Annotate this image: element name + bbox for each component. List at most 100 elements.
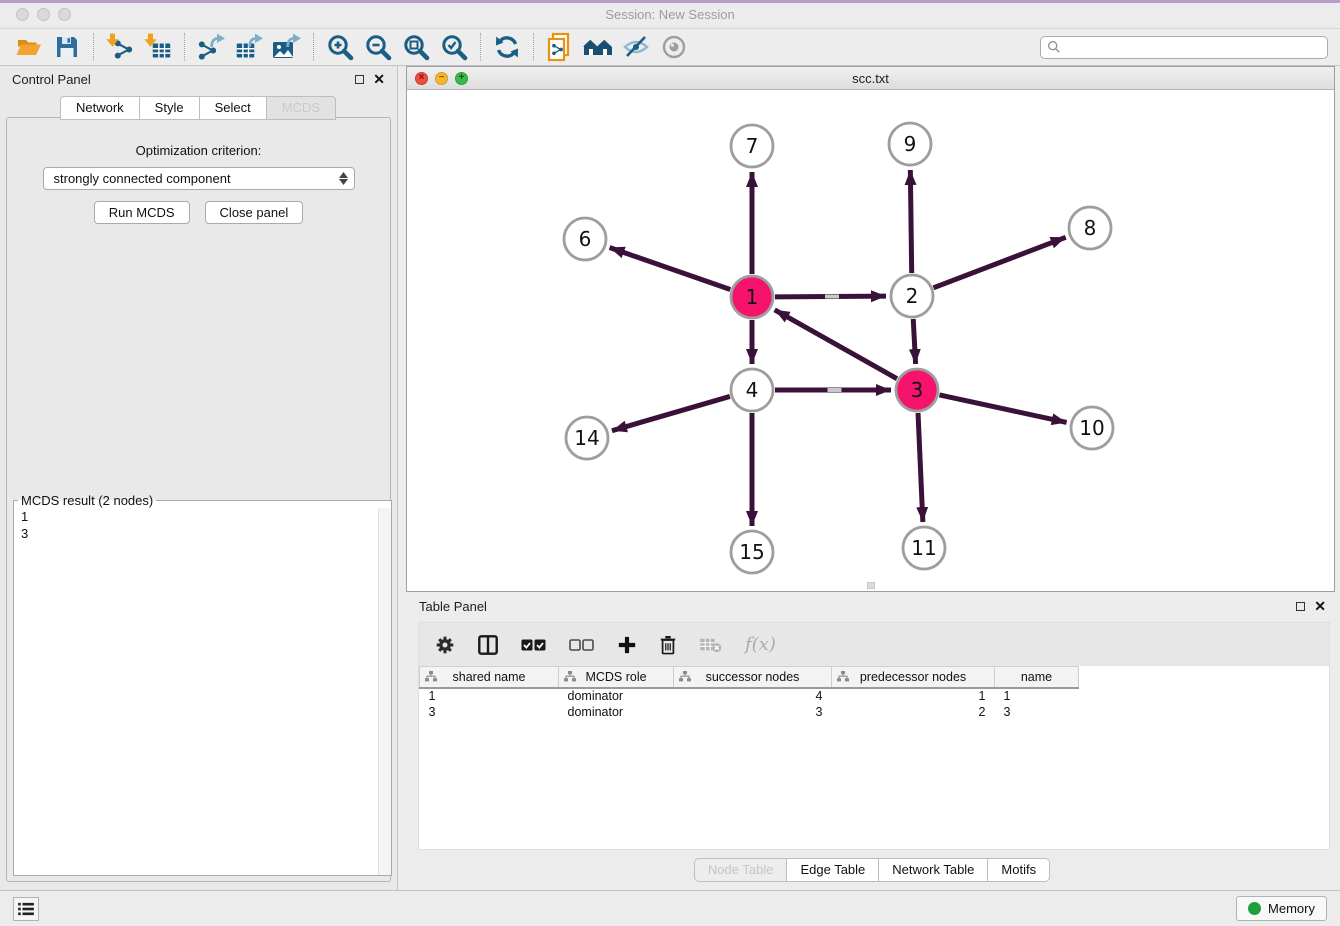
application-window: Session: New Session: [0, 0, 1340, 926]
table-row[interactable]: 1dominator411: [420, 688, 1079, 704]
graph-node-4[interactable]: 4: [731, 369, 773, 411]
run-mcds-button[interactable]: Run MCDS: [94, 201, 190, 224]
mcds-result-title: MCDS result (2 nodes): [18, 493, 156, 508]
close-panel-icon[interactable]: ✕: [1314, 601, 1326, 611]
open-session-icon[interactable]: [10, 31, 48, 63]
graph-edge-3-11[interactable]: [918, 413, 923, 522]
graph-node-9[interactable]: 9: [889, 123, 931, 165]
app-titlebar: Session: New Session: [0, 0, 1340, 28]
export-network-icon[interactable]: [192, 31, 230, 63]
column-header-predecessor-nodes[interactable]: predecessor nodes: [832, 667, 995, 688]
node-label: 14: [574, 426, 599, 450]
column-header-shared-name[interactable]: shared name: [420, 667, 559, 688]
memory-status-icon: [1248, 902, 1261, 915]
column-header-mcds-role[interactable]: MCDS role: [559, 667, 674, 688]
unselect-all-icon[interactable]: [569, 638, 595, 652]
column-header-name[interactable]: name: [995, 667, 1079, 688]
zoom-selected-icon[interactable]: [435, 31, 473, 63]
search-input[interactable]: [1061, 39, 1321, 55]
graph-node-7[interactable]: 7: [731, 125, 773, 167]
hierarchy-icon: [679, 671, 691, 682]
result-scrollbar[interactable]: [378, 508, 391, 875]
graph-edge-1-6[interactable]: [610, 248, 731, 290]
graph-node-14[interactable]: 14: [566, 417, 608, 459]
zoom-out-icon[interactable]: [359, 31, 397, 63]
network-window-titlebar: scc.txt × − +: [407, 67, 1334, 90]
tab-style[interactable]: Style: [139, 96, 200, 120]
graph-node-1[interactable]: 1: [731, 276, 773, 318]
show-column-panel-icon[interactable]: [477, 634, 499, 656]
close-panel-icon[interactable]: ✕: [373, 74, 385, 84]
save-session-icon[interactable]: [48, 31, 86, 63]
table-cell[interactable]: 3: [674, 704, 832, 720]
hide-selected-icon[interactable]: [617, 31, 655, 63]
column-header-successor-nodes[interactable]: successor nodes: [674, 667, 832, 688]
zoom-in-icon[interactable]: [321, 31, 359, 63]
select-all-icon[interactable]: [521, 638, 547, 652]
graph-edge-2-3[interactable]: [913, 319, 915, 364]
import-table-icon[interactable]: [139, 31, 177, 63]
function-builder-icon: f(x): [745, 634, 776, 655]
graph-edge-3-10[interactable]: [939, 395, 1066, 423]
minimize-network-icon[interactable]: −: [435, 72, 448, 85]
graph-node-2[interactable]: 2: [891, 275, 933, 317]
export-table-icon[interactable]: [230, 31, 268, 63]
hierarchy-icon: [564, 671, 576, 682]
add-column-icon[interactable]: [617, 635, 637, 655]
refresh-layout-icon[interactable]: [488, 31, 526, 63]
table-cell[interactable]: 3: [420, 704, 559, 720]
graph-node-3[interactable]: 3: [896, 369, 938, 411]
delete-column-icon[interactable]: [659, 635, 677, 655]
tab-select[interactable]: Select: [199, 96, 267, 120]
graph-edge-4-14[interactable]: [612, 396, 730, 430]
table-cell[interactable]: 1: [995, 688, 1079, 704]
table-panel-header: Table Panel ✕: [405, 592, 1340, 620]
import-network-icon[interactable]: [101, 31, 139, 63]
node-label: 4: [746, 378, 759, 402]
table-tabs: Node Table Edge Table Network Table Moti…: [405, 858, 1340, 882]
tab-network-table[interactable]: Network Table: [878, 858, 988, 882]
mcds-result-text[interactable]: 1 3: [14, 508, 391, 875]
close-network-icon[interactable]: ×: [415, 72, 428, 85]
task-history-button[interactable]: [13, 897, 39, 921]
graph-edge-2-9[interactable]: [910, 170, 911, 273]
search-box: [1040, 36, 1328, 59]
maximize-network-icon[interactable]: +: [455, 72, 468, 85]
memory-button[interactable]: Memory: [1236, 896, 1327, 921]
table-cell[interactable]: dominator: [559, 688, 674, 704]
table-cell[interactable]: 2: [832, 704, 995, 720]
table-cell[interactable]: dominator: [559, 704, 674, 720]
export-image-icon[interactable]: [268, 31, 306, 63]
tab-mcds[interactable]: MCDS: [266, 96, 336, 120]
table-cell[interactable]: 3: [995, 704, 1079, 720]
graph-node-15[interactable]: 15: [731, 531, 773, 573]
tab-motifs[interactable]: Motifs: [987, 858, 1050, 882]
tab-network[interactable]: Network: [60, 96, 140, 120]
node-table-area: f(x) shared name MCDS role succ: [418, 622, 1330, 850]
first-neighbors-icon[interactable]: [579, 31, 617, 63]
network-window-title: scc.txt: [407, 71, 1334, 86]
gear-icon[interactable]: [435, 635, 455, 655]
graph-node-10[interactable]: 10: [1071, 407, 1113, 449]
close-panel-button[interactable]: Close panel: [205, 201, 304, 224]
table-cell[interactable]: 1: [420, 688, 559, 704]
resize-grip[interactable]: [867, 582, 875, 589]
criterion-dropdown[interactable]: strongly connected component: [43, 167, 355, 190]
clone-network-icon[interactable]: [541, 31, 579, 63]
graph-edge-2-8[interactable]: [933, 237, 1065, 288]
show-all-icon[interactable]: [655, 31, 693, 63]
table-row[interactable]: 3dominator323: [420, 704, 1079, 720]
graph-node-8[interactable]: 8: [1069, 207, 1111, 249]
table-cell[interactable]: 4: [674, 688, 832, 704]
float-panel-icon[interactable]: [355, 75, 364, 84]
tab-edge-table[interactable]: Edge Table: [786, 858, 879, 882]
graph-node-11[interactable]: 11: [903, 527, 945, 569]
float-panel-icon[interactable]: [1296, 602, 1305, 611]
main-toolbar: [0, 28, 1340, 66]
network-canvas[interactable]: 7 9 6 8 1 2 4 3 14 10 15 11: [407, 90, 1334, 591]
graph-edge-3-1[interactable]: [775, 310, 897, 379]
zoom-fit-icon[interactable]: [397, 31, 435, 63]
tab-node-table[interactable]: Node Table: [694, 858, 788, 882]
graph-node-6[interactable]: 6: [564, 218, 606, 260]
table-cell[interactable]: 1: [832, 688, 995, 704]
